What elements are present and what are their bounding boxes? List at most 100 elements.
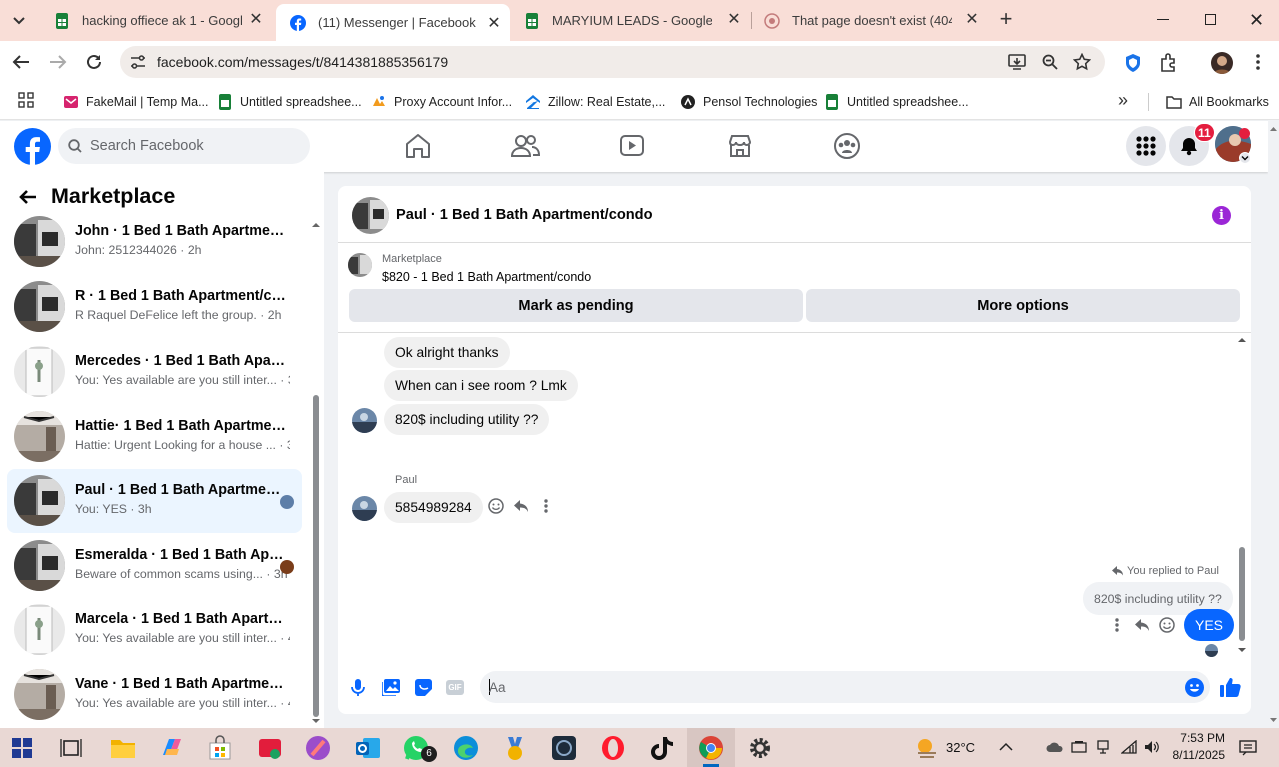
microsoft-store-icon[interactable] — [207, 735, 233, 761]
mark-as-pending-button[interactable]: Mark as pending — [349, 289, 803, 322]
bookmark-pensol[interactable]: Pensol Technologies — [680, 92, 817, 112]
apps-grid-icon[interactable] — [18, 92, 34, 108]
conversation-item[interactable]: Mercedes · 1 Bed 1 Bath Apartment/condo … — [7, 340, 302, 403]
message-bubble[interactable]: When can i see room ? Lmk — [384, 370, 578, 401]
wifi-icon[interactable] — [1121, 740, 1137, 754]
friends-icon[interactable] — [510, 131, 540, 161]
sidebar-scrollbar[interactable] — [312, 220, 320, 726]
gif-icon[interactable]: GIF — [446, 680, 464, 695]
conversation-item[interactable]: R · 1 Bed 1 Bath Apartment/condo R Raque… — [7, 275, 302, 338]
message-bubble[interactable]: 5854989284 — [384, 492, 483, 523]
page-scrollbar[interactable] — [1268, 121, 1279, 728]
site-info-icon[interactable] — [130, 55, 146, 69]
install-app-icon[interactable] — [1008, 54, 1026, 70]
tab-hacking-sheet[interactable]: hacking offiece ak 1 - Google Sh ✕ — [40, 0, 272, 41]
video-icon[interactable] — [617, 131, 647, 161]
weather-icon[interactable] — [914, 735, 940, 761]
opera-icon[interactable] — [600, 735, 626, 761]
forward-icon[interactable] — [49, 54, 67, 70]
home-icon[interactable] — [403, 131, 433, 161]
chat-listing-avatar[interactable] — [352, 197, 389, 234]
conversation-item[interactable]: Esmeralda · 1 Bed 1 Bath Apartment/condo… — [7, 534, 302, 597]
groups-icon[interactable] — [832, 131, 862, 161]
battery-tray-icon[interactable] — [1071, 740, 1087, 754]
device-tray-icon[interactable] — [1096, 739, 1110, 755]
show-hidden-icons[interactable] — [999, 742, 1013, 752]
account-chevron-icon[interactable] — [1239, 152, 1251, 164]
chrome-menu-icon[interactable] — [1256, 54, 1260, 70]
reply-icon[interactable] — [1134, 618, 1150, 632]
bookmark-zillow[interactable]: Zillow: Real Estate,... — [525, 92, 665, 112]
outlook-icon[interactable] — [355, 735, 381, 761]
vpn-extension-icon[interactable] — [1124, 53, 1142, 73]
info-icon[interactable]: i — [1212, 206, 1231, 225]
windows-start-icon[interactable] — [12, 738, 32, 758]
new-tab-button[interactable]: + — [995, 8, 1017, 30]
file-explorer-icon[interactable] — [110, 735, 136, 761]
bookmark-untitled-spreadsheet-2[interactable]: Untitled spreadshee... — [824, 92, 969, 112]
thread-scrollbar[interactable] — [1237, 334, 1247, 656]
sticker-icon[interactable] — [415, 679, 432, 696]
minimize-window-icon[interactable] — [1157, 19, 1169, 20]
chrome-taskbar-active[interactable] — [687, 728, 735, 767]
bookmark-untitled-spreadsheet[interactable]: Untitled spreadshee... — [217, 92, 362, 112]
tab-messenger[interactable]: (11) Messenger | Facebook ✕ — [276, 4, 510, 41]
message-input[interactable]: Aa — [480, 671, 1210, 703]
close-tab-icon[interactable]: ✕ — [726, 12, 742, 28]
chat-title[interactable]: Paul · 1 Bed 1 Bath Apartment/condo — [396, 207, 653, 223]
close-window-icon[interactable]: ✕ — [1249, 10, 1265, 30]
back-icon[interactable] — [12, 54, 30, 70]
address-bar[interactable]: facebook.com/messages/t/8414381885356179 — [120, 46, 1105, 78]
task-view-icon[interactable] — [60, 738, 82, 758]
react-emoji-icon[interactable] — [1159, 617, 1175, 633]
settings-icon[interactable] — [747, 735, 773, 761]
edge-icon[interactable] — [453, 735, 479, 761]
photo-icon[interactable] — [382, 679, 400, 696]
profile-avatar[interactable] — [1211, 52, 1233, 74]
bookmark-proxy-account[interactable]: Proxy Account Infor... — [371, 92, 512, 112]
back-arrow-icon[interactable] — [19, 189, 37, 205]
like-icon[interactable] — [1220, 677, 1241, 697]
close-tab-icon[interactable]: ✕ — [486, 16, 502, 32]
tab-search-button[interactable] — [7, 9, 31, 31]
volume-icon[interactable] — [1144, 740, 1160, 754]
listing-title[interactable]: $820 - 1 Bed 1 Bath Apartment/condo — [382, 270, 591, 284]
app-icon[interactable] — [305, 735, 331, 761]
react-emoji-icon[interactable] — [488, 498, 504, 514]
zoom-icon[interactable] — [1042, 54, 1058, 70]
conversation-item-selected[interactable]: Paul · 1 Bed 1 Bath Apartment/condo You:… — [7, 469, 302, 533]
emoji-icon[interactable] — [1185, 678, 1204, 697]
reload-icon[interactable] — [85, 53, 103, 71]
conversation-item[interactable]: Marcela · 1 Bed 1 Bath Apartment/condo Y… — [7, 598, 302, 661]
my-message-bubble[interactable]: YES — [1184, 609, 1235, 641]
voice-clip-icon[interactable] — [351, 679, 365, 697]
restore-window-icon[interactable] — [1205, 14, 1216, 25]
tab-maryium-leads[interactable]: MARYIUM LEADS - Google She ✕ — [510, 0, 750, 41]
message-bubble[interactable]: 820$ including utility ?? — [384, 404, 550, 435]
tab-404-page[interactable]: That page doesn't exist (404) - F ✕ — [750, 0, 988, 41]
temperature-text[interactable]: 32°C — [946, 740, 975, 755]
all-bookmarks-button[interactable]: All Bookmarks — [1166, 92, 1269, 112]
message-bubble[interactable]: Ok alright thanks — [384, 337, 510, 368]
more-options-button[interactable]: More options — [806, 289, 1240, 322]
app-icon[interactable] — [502, 735, 528, 761]
facebook-search[interactable]: Search Facebook — [58, 128, 310, 164]
extensions-icon[interactable] — [1159, 53, 1178, 72]
copilot-icon[interactable] — [159, 735, 185, 761]
menu-button[interactable] — [1126, 126, 1166, 166]
tiktok-icon[interactable] — [649, 735, 675, 761]
clock-time[interactable]: 7:53 PM — [1175, 731, 1225, 745]
more-actions-icon[interactable] — [544, 499, 548, 513]
facebook-logo-icon[interactable] — [14, 128, 51, 165]
bookmark-fakemail[interactable]: FakeMail | Temp Ma... — [63, 92, 209, 112]
app-icon[interactable] — [551, 735, 577, 761]
close-tab-icon[interactable]: ✕ — [964, 12, 980, 28]
onedrive-icon[interactable] — [1046, 741, 1064, 753]
close-tab-icon[interactable]: ✕ — [248, 12, 264, 28]
conversation-item[interactable]: John · 1 Bed 1 Bath Apartment/condo John… — [7, 210, 302, 273]
conversation-item[interactable]: Hattie· 1 Bed 1 Bath Apartment/condo Hat… — [7, 405, 302, 468]
conversation-item[interactable]: Vane · 1 Bed 1 Bath Apartment/condo You:… — [7, 663, 302, 726]
app-icon[interactable] — [257, 735, 283, 761]
bookmark-star-icon[interactable] — [1073, 53, 1091, 71]
clock-date[interactable]: 8/11/2025 — [1163, 748, 1226, 762]
